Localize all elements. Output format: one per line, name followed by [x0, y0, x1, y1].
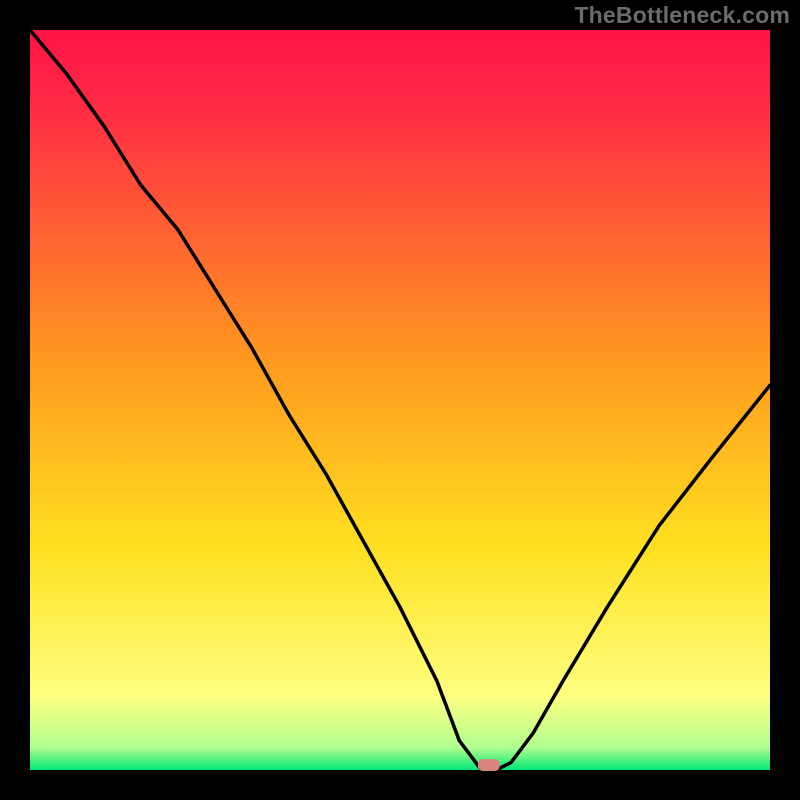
optimal-marker — [478, 759, 500, 771]
bottleneck-curve-chart — [0, 0, 800, 800]
frame-bottom — [0, 770, 800, 800]
watermark-text: TheBottleneck.com — [574, 2, 790, 29]
frame-right — [770, 0, 800, 800]
plot-area — [30, 30, 770, 770]
chart-root: TheBottleneck.com — [0, 0, 800, 800]
frame-left — [0, 0, 30, 800]
